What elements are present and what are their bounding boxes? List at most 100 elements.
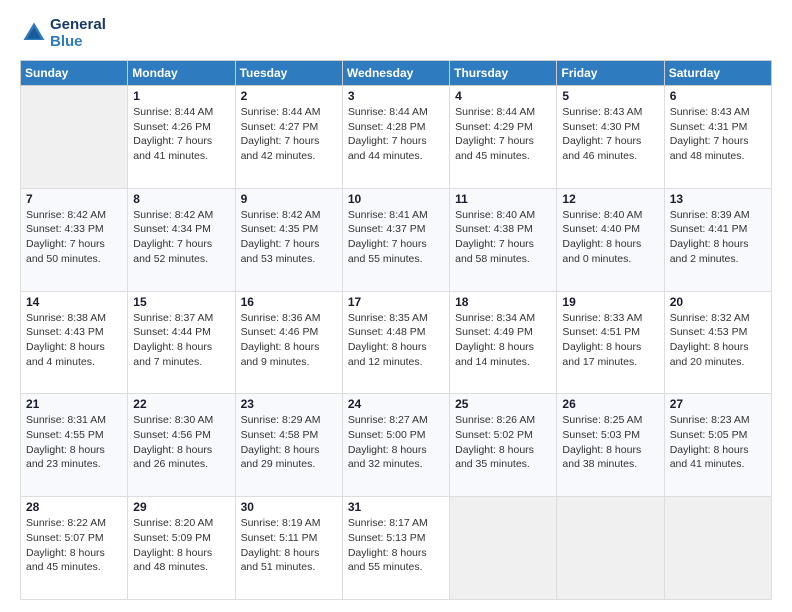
day-info: Sunrise: 8:33 AM Sunset: 4:51 PM Dayligh… [562,311,658,370]
sunrise-text: Sunrise: 8:44 AM [348,105,444,120]
day-info: Sunrise: 8:44 AM Sunset: 4:29 PM Dayligh… [455,105,551,164]
calendar-day-cell: 27 Sunrise: 8:23 AM Sunset: 5:05 PM Dayl… [664,394,771,497]
daylight-text: Daylight: 8 hours and 14 minutes. [455,340,551,369]
sunrise-text: Sunrise: 8:37 AM [133,311,229,326]
daylight-text: Daylight: 8 hours and 12 minutes. [348,340,444,369]
daylight-text: Daylight: 8 hours and 26 minutes. [133,443,229,472]
day-info: Sunrise: 8:42 AM Sunset: 4:33 PM Dayligh… [26,208,122,267]
daylight-text: Daylight: 7 hours and 55 minutes. [348,237,444,266]
calendar-day-cell [557,497,664,600]
sunrise-text: Sunrise: 8:29 AM [241,413,337,428]
daylight-text: Daylight: 7 hours and 42 minutes. [241,134,337,163]
calendar-header-row: SundayMondayTuesdayWednesdayThursdayFrid… [21,61,772,86]
day-info: Sunrise: 8:31 AM Sunset: 4:55 PM Dayligh… [26,413,122,472]
sunset-text: Sunset: 4:46 PM [241,325,337,340]
calendar-day-cell [21,86,128,189]
daylight-text: Daylight: 8 hours and 35 minutes. [455,443,551,472]
calendar-week-row: 28 Sunrise: 8:22 AM Sunset: 5:07 PM Dayl… [21,497,772,600]
calendar-day-cell: 5 Sunrise: 8:43 AM Sunset: 4:30 PM Dayli… [557,86,664,189]
daylight-text: Daylight: 8 hours and 17 minutes. [562,340,658,369]
calendar-day-cell: 31 Sunrise: 8:17 AM Sunset: 5:13 PM Dayl… [342,497,449,600]
sunset-text: Sunset: 4:40 PM [562,222,658,237]
sunrise-text: Sunrise: 8:22 AM [26,516,122,531]
sunrise-text: Sunrise: 8:33 AM [562,311,658,326]
sunrise-text: Sunrise: 8:42 AM [133,208,229,223]
page: General Blue SundayMondayTuesdayWednesda… [0,0,792,612]
daylight-text: Daylight: 8 hours and 29 minutes. [241,443,337,472]
sunset-text: Sunset: 5:02 PM [455,428,551,443]
day-number: 20 [670,295,766,309]
calendar-day-cell: 19 Sunrise: 8:33 AM Sunset: 4:51 PM Dayl… [557,291,664,394]
calendar-day-cell: 7 Sunrise: 8:42 AM Sunset: 4:33 PM Dayli… [21,188,128,291]
sunrise-text: Sunrise: 8:31 AM [26,413,122,428]
day-info: Sunrise: 8:40 AM Sunset: 4:38 PM Dayligh… [455,208,551,267]
sunset-text: Sunset: 4:56 PM [133,428,229,443]
sunrise-text: Sunrise: 8:30 AM [133,413,229,428]
calendar-week-row: 14 Sunrise: 8:38 AM Sunset: 4:43 PM Dayl… [21,291,772,394]
daylight-text: Daylight: 8 hours and 7 minutes. [133,340,229,369]
sunset-text: Sunset: 4:37 PM [348,222,444,237]
daylight-text: Daylight: 8 hours and 20 minutes. [670,340,766,369]
daylight-text: Daylight: 7 hours and 48 minutes. [670,134,766,163]
sunrise-text: Sunrise: 8:44 AM [241,105,337,120]
day-info: Sunrise: 8:19 AM Sunset: 5:11 PM Dayligh… [241,516,337,575]
day-number: 16 [241,295,337,309]
sunset-text: Sunset: 4:28 PM [348,120,444,135]
day-number: 2 [241,89,337,103]
day-info: Sunrise: 8:41 AM Sunset: 4:37 PM Dayligh… [348,208,444,267]
daylight-text: Daylight: 8 hours and 0 minutes. [562,237,658,266]
calendar-week-row: 21 Sunrise: 8:31 AM Sunset: 4:55 PM Dayl… [21,394,772,497]
sunset-text: Sunset: 4:43 PM [26,325,122,340]
day-info: Sunrise: 8:34 AM Sunset: 4:49 PM Dayligh… [455,311,551,370]
day-info: Sunrise: 8:42 AM Sunset: 4:35 PM Dayligh… [241,208,337,267]
day-number: 27 [670,397,766,411]
day-number: 17 [348,295,444,309]
day-number: 31 [348,500,444,514]
day-info: Sunrise: 8:25 AM Sunset: 5:03 PM Dayligh… [562,413,658,472]
sunrise-text: Sunrise: 8:44 AM [133,105,229,120]
sunrise-text: Sunrise: 8:25 AM [562,413,658,428]
day-number: 26 [562,397,658,411]
calendar-day-cell: 8 Sunrise: 8:42 AM Sunset: 4:34 PM Dayli… [128,188,235,291]
calendar-day-header: Thursday [450,61,557,86]
day-number: 3 [348,89,444,103]
day-number: 10 [348,192,444,206]
calendar-day-cell [450,497,557,600]
daylight-text: Daylight: 8 hours and 51 minutes. [241,546,337,575]
logo-icon [20,19,48,47]
day-info: Sunrise: 8:22 AM Sunset: 5:07 PM Dayligh… [26,516,122,575]
daylight-text: Daylight: 7 hours and 41 minutes. [133,134,229,163]
sunset-text: Sunset: 5:03 PM [562,428,658,443]
day-info: Sunrise: 8:26 AM Sunset: 5:02 PM Dayligh… [455,413,551,472]
day-info: Sunrise: 8:38 AM Sunset: 4:43 PM Dayligh… [26,311,122,370]
sunset-text: Sunset: 4:35 PM [241,222,337,237]
calendar-day-header: Tuesday [235,61,342,86]
daylight-text: Daylight: 8 hours and 32 minutes. [348,443,444,472]
calendar-day-header: Wednesday [342,61,449,86]
daylight-text: Daylight: 8 hours and 48 minutes. [133,546,229,575]
day-number: 7 [26,192,122,206]
sunrise-text: Sunrise: 8:17 AM [348,516,444,531]
calendar-day-cell: 26 Sunrise: 8:25 AM Sunset: 5:03 PM Dayl… [557,394,664,497]
sunset-text: Sunset: 5:05 PM [670,428,766,443]
day-info: Sunrise: 8:44 AM Sunset: 4:26 PM Dayligh… [133,105,229,164]
day-info: Sunrise: 8:39 AM Sunset: 4:41 PM Dayligh… [670,208,766,267]
day-number: 24 [348,397,444,411]
day-number: 4 [455,89,551,103]
calendar-day-cell: 15 Sunrise: 8:37 AM Sunset: 4:44 PM Dayl… [128,291,235,394]
day-info: Sunrise: 8:32 AM Sunset: 4:53 PM Dayligh… [670,311,766,370]
calendar-day-cell: 16 Sunrise: 8:36 AM Sunset: 4:46 PM Dayl… [235,291,342,394]
calendar-day-header: Monday [128,61,235,86]
day-info: Sunrise: 8:42 AM Sunset: 4:34 PM Dayligh… [133,208,229,267]
sunrise-text: Sunrise: 8:39 AM [670,208,766,223]
calendar-day-cell: 6 Sunrise: 8:43 AM Sunset: 4:31 PM Dayli… [664,86,771,189]
calendar-day-cell: 25 Sunrise: 8:26 AM Sunset: 5:02 PM Dayl… [450,394,557,497]
calendar-day-cell: 29 Sunrise: 8:20 AM Sunset: 5:09 PM Dayl… [128,497,235,600]
daylight-text: Daylight: 7 hours and 44 minutes. [348,134,444,163]
sunrise-text: Sunrise: 8:35 AM [348,311,444,326]
day-number: 1 [133,89,229,103]
sunset-text: Sunset: 4:55 PM [26,428,122,443]
day-number: 5 [562,89,658,103]
sunset-text: Sunset: 4:33 PM [26,222,122,237]
day-number: 28 [26,500,122,514]
